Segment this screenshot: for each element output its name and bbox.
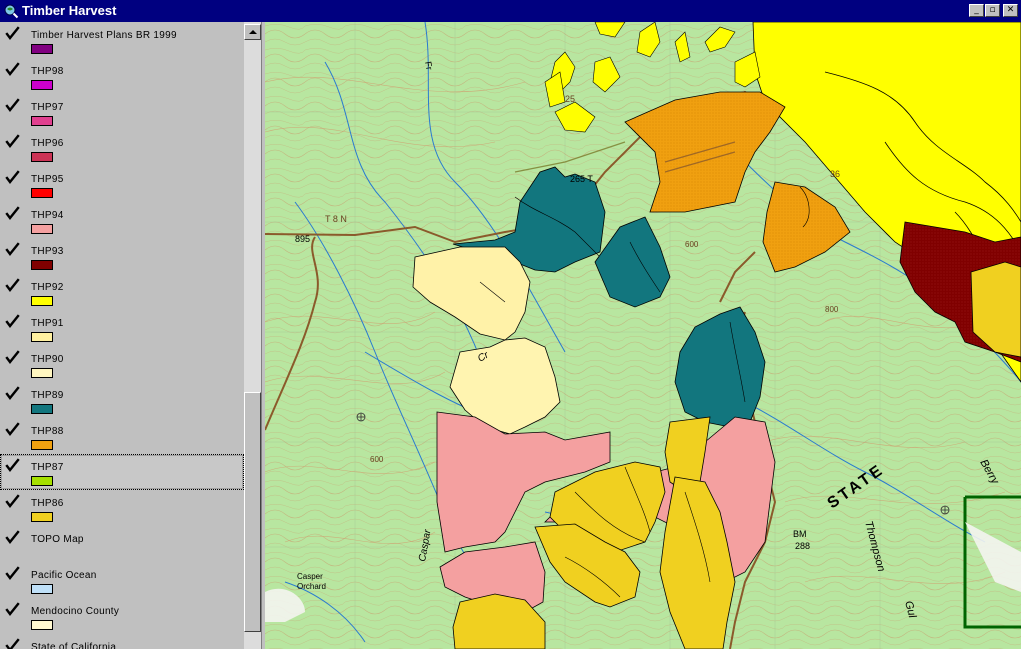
map-label-casper-orchard-2: Orchard bbox=[297, 582, 326, 591]
layer-visibility-checkbox[interactable] bbox=[5, 170, 20, 185]
layer-row-timber-harvest-plans-br-1999[interactable]: Timber Harvest Plans BR 1999 bbox=[0, 22, 244, 58]
map-label-600: 600 bbox=[685, 240, 699, 249]
layer-row-thp95[interactable]: THP95 bbox=[0, 166, 244, 202]
layer-visibility-checkbox[interactable] bbox=[5, 566, 20, 581]
maximize-button[interactable]: ▫ bbox=[985, 4, 1000, 17]
app-globe-icon bbox=[4, 4, 19, 19]
map-label-bm-elev: 288 bbox=[795, 541, 810, 551]
layer-name: THP96 bbox=[31, 138, 64, 149]
map-label-casper-orchard-1: Casper bbox=[297, 572, 323, 581]
layer-name: THP97 bbox=[31, 102, 64, 113]
layer-name: THP98 bbox=[31, 66, 64, 77]
close-button[interactable]: ✕ bbox=[1003, 4, 1018, 17]
map-label-36: 36 bbox=[830, 169, 840, 179]
toc-scrollbar[interactable] bbox=[244, 22, 261, 649]
scroll-thumb[interactable] bbox=[244, 392, 261, 632]
layer-symbol-swatch[interactable] bbox=[31, 476, 53, 486]
layer-visibility-checkbox[interactable] bbox=[5, 386, 20, 401]
layer-symbol-swatch[interactable] bbox=[31, 404, 53, 414]
map-label-895: 895 bbox=[295, 234, 310, 244]
map-label-600b: 600 bbox=[370, 455, 384, 464]
layer-visibility-checkbox[interactable] bbox=[5, 494, 20, 509]
layer-name: Timber Harvest Plans BR 1999 bbox=[31, 30, 177, 41]
title-bar: Timber Harvest _ ▫ ✕ bbox=[0, 0, 1021, 22]
layer-list: Timber Harvest Plans BR 1999 THP98 THP97 TH… bbox=[0, 22, 244, 649]
layer-symbol-swatch[interactable] bbox=[31, 584, 53, 594]
map-label-fr: Fr bbox=[423, 61, 434, 71]
layer-name: Mendocino County bbox=[31, 606, 120, 617]
map-view[interactable]: STATE Thompson Gul Berry Casper Orchard … bbox=[265, 22, 1021, 649]
layer-symbol-swatch[interactable] bbox=[31, 44, 53, 54]
table-of-contents: Timber Harvest Plans BR 1999 THP98 THP97 TH… bbox=[0, 22, 262, 649]
layer-symbol-swatch[interactable] bbox=[31, 260, 53, 270]
layer-symbol-swatch[interactable] bbox=[31, 296, 53, 306]
layer-symbol-swatch[interactable] bbox=[31, 116, 53, 126]
layer-symbol-swatch[interactable] bbox=[31, 620, 53, 630]
layer-row-thp86[interactable]: THP86 bbox=[0, 490, 244, 526]
layer-visibility-checkbox[interactable] bbox=[5, 602, 20, 617]
layer-visibility-checkbox[interactable] bbox=[5, 134, 20, 149]
map-label-800: 800 bbox=[825, 305, 839, 314]
layer-visibility-checkbox[interactable] bbox=[5, 278, 20, 293]
layer-symbol-swatch[interactable] bbox=[31, 152, 53, 162]
layer-row-thp90[interactable]: THP90 bbox=[0, 346, 244, 382]
minimize-button[interactable]: _ bbox=[969, 4, 984, 17]
layer-row-thp89[interactable]: THP89 bbox=[0, 382, 244, 418]
layer-row-thp93[interactable]: THP93 bbox=[0, 238, 244, 274]
layer-visibility-checkbox[interactable] bbox=[5, 62, 20, 77]
layer-visibility-checkbox[interactable] bbox=[5, 242, 20, 257]
layer-name: State of California bbox=[31, 642, 117, 649]
layer-symbol-swatch[interactable] bbox=[31, 80, 53, 90]
map-label-265: 265 T bbox=[570, 174, 593, 184]
layer-row-state-of-california[interactable]: State of California bbox=[0, 634, 244, 649]
scroll-up-button[interactable] bbox=[244, 24, 261, 40]
layer-name: THP88 bbox=[31, 426, 64, 437]
layer-name: THP91 bbox=[31, 318, 64, 329]
layer-name: THP87 bbox=[31, 462, 64, 473]
layer-row-pacific-ocean[interactable]: Pacific Ocean bbox=[0, 562, 244, 598]
layer-row-mendocino-county[interactable]: Mendocino County bbox=[0, 598, 244, 634]
layer-visibility-checkbox[interactable] bbox=[5, 638, 20, 649]
map-label-25: 25 bbox=[565, 94, 575, 104]
layer-symbol-swatch[interactable] bbox=[31, 368, 53, 378]
layer-visibility-checkbox[interactable] bbox=[5, 530, 20, 545]
layer-visibility-checkbox[interactable] bbox=[5, 98, 20, 113]
layer-name: THP93 bbox=[31, 246, 64, 257]
layer-symbol-swatch[interactable] bbox=[31, 224, 53, 234]
layer-name: THP86 bbox=[31, 498, 64, 509]
topo-map: STATE Thompson Gul Berry Casper Orchard … bbox=[265, 22, 1021, 649]
layer-row-thp96[interactable]: THP96 bbox=[0, 130, 244, 166]
map-label-t8n: T 8 N bbox=[325, 214, 347, 224]
layer-name: THP89 bbox=[31, 390, 64, 401]
window-controls: _ ▫ ✕ bbox=[969, 4, 1018, 17]
layer-visibility-checkbox[interactable] bbox=[5, 458, 20, 473]
layer-name: THP95 bbox=[31, 174, 64, 185]
map-label-bm: BM bbox=[793, 529, 807, 539]
layer-name: THP94 bbox=[31, 210, 64, 221]
layer-symbol-swatch[interactable] bbox=[31, 332, 53, 342]
layer-row-thp94[interactable]: THP94 bbox=[0, 202, 244, 238]
layer-row-thp88[interactable]: THP88 bbox=[0, 418, 244, 454]
layer-visibility-checkbox[interactable] bbox=[5, 314, 20, 329]
layer-visibility-checkbox[interactable] bbox=[5, 206, 20, 221]
layer-row-topo-map[interactable]: TOPO Map bbox=[0, 526, 244, 562]
layer-symbol-swatch[interactable] bbox=[31, 440, 53, 450]
layer-visibility-checkbox[interactable] bbox=[5, 422, 20, 437]
layer-name: THP90 bbox=[31, 354, 64, 365]
layer-name: THP92 bbox=[31, 282, 64, 293]
layer-row-thp92[interactable]: THP92 bbox=[0, 274, 244, 310]
layer-row-thp98[interactable]: THP98 bbox=[0, 58, 244, 94]
layer-row-thp97[interactable]: THP97 bbox=[0, 94, 244, 130]
layer-visibility-checkbox[interactable] bbox=[5, 26, 20, 41]
layer-visibility-checkbox[interactable] bbox=[5, 350, 20, 365]
layer-name: Pacific Ocean bbox=[31, 570, 97, 581]
layer-symbol-swatch[interactable] bbox=[31, 512, 53, 522]
layer-row-thp87[interactable]: THP87 bbox=[0, 454, 244, 490]
layer-name: TOPO Map bbox=[31, 534, 84, 545]
layer-symbol-swatch[interactable] bbox=[31, 188, 53, 198]
layer-row-thp91[interactable]: THP91 bbox=[0, 310, 244, 346]
window-title: Timber Harvest bbox=[22, 3, 117, 18]
